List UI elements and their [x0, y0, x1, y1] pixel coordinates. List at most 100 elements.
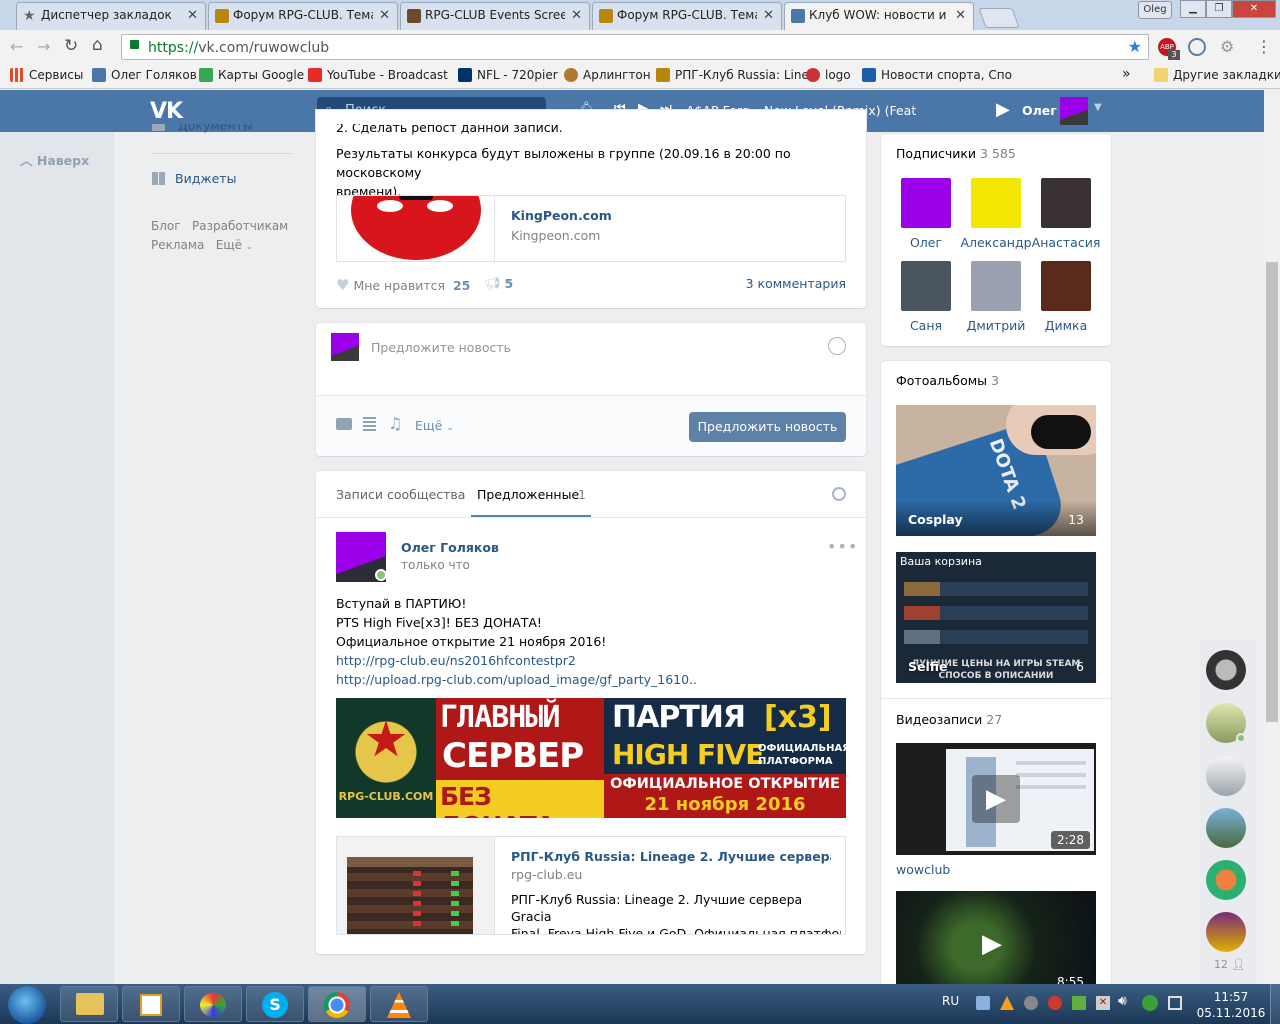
- chat-avatar[interactable]: [1206, 650, 1246, 690]
- chat-avatar[interactable]: [1206, 756, 1246, 796]
- tab-vk-wowclub[interactable]: Клуб WOW: новости и г ✕: [784, 2, 974, 30]
- video-thumb[interactable]: ▶ 8:55: [896, 891, 1096, 984]
- scroll-to-top-column[interactable]: [0, 90, 114, 984]
- bookmark-nfl[interactable]: NFL - 720pier: [458, 68, 558, 82]
- chat-avatar[interactable]: [1206, 912, 1246, 952]
- subscriber-name[interactable]: Александр: [951, 235, 1041, 250]
- language-indicator[interactable]: RU: [942, 994, 959, 1008]
- bookmark-arlington[interactable]: Арлингтон: [564, 68, 651, 82]
- network-error-icon[interactable]: ✕: [1096, 996, 1110, 1010]
- play-icon[interactable]: ▶: [996, 99, 1010, 120]
- page-scrollbar[interactable]: [1264, 90, 1280, 984]
- chevron-down-icon[interactable]: ▼: [1094, 102, 1102, 113]
- suggest-news-button[interactable]: Предложить новость: [689, 412, 846, 442]
- subscriber-avatar[interactable]: [1041, 178, 1091, 228]
- menu-icon[interactable]: ⋮: [1256, 37, 1272, 56]
- minimize-button[interactable]: ▁: [1180, 0, 1206, 18]
- start-button[interactable]: [8, 986, 46, 1024]
- tab-rpg-forum-2[interactable]: Форум RPG-CLUB. Тема ✕: [592, 2, 782, 30]
- tray-clock[interactable]: 11:57 05.11.2016: [1196, 989, 1266, 1021]
- subscriber-name[interactable]: Димка: [1031, 318, 1101, 333]
- albums-header[interactable]: Фотоальбомы 3: [896, 373, 999, 388]
- comments-link[interactable]: 3 комментария: [746, 276, 846, 291]
- close-tab-icon[interactable]: ✕: [955, 8, 966, 23]
- taskbar-skype[interactable]: S: [246, 986, 304, 1022]
- videos-header[interactable]: Видеозаписи 27: [896, 712, 1002, 727]
- home-icon[interactable]: ⌂: [92, 35, 103, 55]
- action-center-icon[interactable]: [1168, 996, 1182, 1010]
- new-tab-button[interactable]: [978, 8, 1020, 28]
- bookmark-oleg[interactable]: Олег Голяков: [92, 68, 197, 82]
- show-desktop-button[interactable]: [1270, 984, 1280, 1024]
- subscriber-name[interactable]: Дмитрий: [961, 318, 1031, 333]
- link-snippet[interactable]: РПГ-Клуб Russia: Lineage 2. Лучшие серве…: [336, 836, 846, 935]
- more-link[interactable]: Ещё: [216, 238, 242, 252]
- chat-avatar[interactable]: [1206, 808, 1246, 848]
- more-attachments[interactable]: Ещё ⌄: [415, 418, 454, 433]
- blog-link[interactable]: Блог: [151, 219, 181, 233]
- post-time[interactable]: только что: [401, 558, 470, 572]
- bookmark-other[interactable]: Другие закладки: [1154, 68, 1280, 82]
- post-author[interactable]: Олег Голяков: [401, 540, 499, 555]
- maximize-button[interactable]: ❐: [1206, 0, 1232, 18]
- more-options-icon[interactable]: •••: [827, 537, 858, 556]
- search-icon[interactable]: [832, 487, 846, 501]
- tray-icon[interactable]: [976, 996, 990, 1010]
- volume-icon[interactable]: 🔊︎: [1118, 993, 1127, 1009]
- link-snippet-title[interactable]: РПГ-Клуб Russia: Lineage 2. Лучшие серве…: [511, 849, 831, 864]
- back-to-top-link[interactable]: ︿ Наверх: [20, 150, 89, 169]
- like-button[interactable]: ♥ Мне нравится 25: [336, 276, 470, 294]
- my-avatar[interactable]: [331, 333, 359, 361]
- music-icon[interactable]: ♫: [388, 414, 402, 433]
- bookmark-rpg-club[interactable]: РПГ-Клуб Russia: Line: [656, 68, 809, 82]
- post-link[interactable]: http://upload.rpg-club.com/upload_image/…: [336, 670, 697, 689]
- gear-icon[interactable]: ⚙: [1220, 37, 1234, 56]
- close-tab-icon[interactable]: ✕: [379, 8, 390, 23]
- tray-vlc-icon[interactable]: [1000, 996, 1014, 1010]
- video-icon[interactable]: [363, 417, 376, 431]
- post-banner-image[interactable]: RPG-CLUB.COM ГЛАВНЫЙ СЕРВЕР БЕЗ ДОНАТА П…: [336, 698, 846, 818]
- developers-link[interactable]: Разработчикам: [192, 219, 288, 233]
- back-arrow-icon[interactable]: ←: [10, 37, 23, 56]
- bookmark-youtube[interactable]: YouTube - Broadcast: [308, 68, 448, 82]
- bookmarks-overflow[interactable]: »: [1122, 66, 1131, 82]
- tab-community-posts[interactable]: Записи сообщества: [336, 487, 465, 502]
- tray-icon[interactable]: [1142, 995, 1158, 1011]
- forward-arrow-icon[interactable]: →: [37, 37, 50, 56]
- subscriber-avatar[interactable]: [971, 178, 1021, 228]
- subscriber-avatar[interactable]: [1041, 261, 1091, 311]
- extension-icon[interactable]: [1188, 38, 1206, 56]
- reload-icon[interactable]: ↻: [64, 36, 78, 56]
- close-window-button[interactable]: ✕: [1232, 0, 1276, 18]
- chat-avatar[interactable]: [1206, 860, 1246, 900]
- header-user-name[interactable]: Олег: [1022, 103, 1057, 118]
- bookmark-services[interactable]: Сервисы: [10, 68, 83, 82]
- close-tab-icon[interactable]: ✕: [187, 8, 198, 23]
- bookmark-google-maps[interactable]: Карты Google: [199, 68, 304, 82]
- vk-logo-icon[interactable]: VK: [150, 99, 183, 124]
- tray-icon[interactable]: [1024, 996, 1038, 1010]
- taskbar-chrome[interactable]: [308, 986, 366, 1022]
- video-title[interactable]: wowclub: [896, 862, 950, 877]
- emoji-icon[interactable]: [828, 337, 846, 355]
- repost-button[interactable]: 📢︎ 5: [484, 276, 513, 292]
- video-thumb[interactable]: ▶ 2:28: [896, 743, 1096, 855]
- tray-icon[interactable]: [1048, 996, 1062, 1010]
- play-icon[interactable]: ▶: [972, 775, 1020, 823]
- album-cosplay[interactable]: DOTA 2 Cosplay 13: [896, 405, 1096, 536]
- tab-bookmark-manager[interactable]: ★ Диспетчер закладок ✕: [16, 2, 206, 30]
- taskbar-vlc[interactable]: [370, 986, 428, 1022]
- subscriber-avatar[interactable]: [971, 261, 1021, 311]
- tab-suggested[interactable]: Предложенные 1: [471, 471, 591, 517]
- left-nav-widgets[interactable]: Виджеты: [152, 171, 236, 186]
- address-bar[interactable]: https://vk.com/ruwowclub ★: [121, 34, 1149, 60]
- tab-rpg-forum-1[interactable]: Форум RPG-CLUB. Тема ✕: [208, 2, 398, 30]
- taskbar-media-player[interactable]: [122, 986, 180, 1022]
- post-link[interactable]: http://rpg-club.eu/ns2016hfcontestpr2: [336, 651, 697, 670]
- close-tab-icon[interactable]: ✕: [763, 8, 774, 23]
- subscribers-header[interactable]: Подписчики 3 585: [896, 146, 1016, 161]
- taskbar-explorer[interactable]: [60, 986, 118, 1022]
- subscriber-name[interactable]: Анастасия: [1031, 235, 1101, 250]
- album-selfie[interactable]: Ваша корзина ЛУЧШИЕ ЦЕНЫ НА ИГРЫ STEAM С…: [896, 552, 1096, 683]
- subscriber-name[interactable]: Саня: [891, 318, 961, 333]
